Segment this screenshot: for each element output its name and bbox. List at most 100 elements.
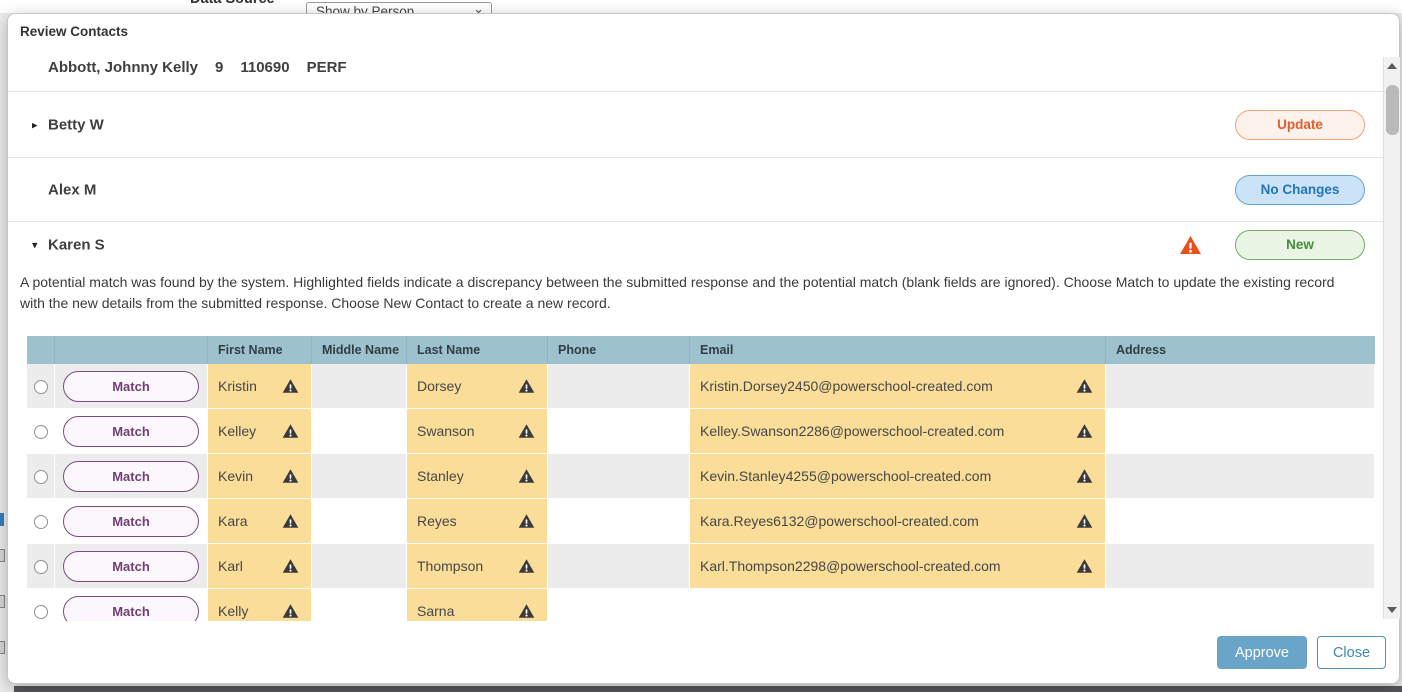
student-school: PERF (307, 59, 347, 76)
chevron-down-icon: ⌄ (473, 1, 484, 13)
phone-cell (548, 499, 690, 544)
middle-name-cell (312, 409, 407, 454)
address-cell (1106, 544, 1375, 589)
data-source-label: Data Source (190, 0, 275, 7)
background-fragment (0, 513, 4, 526)
student-header: Abbott, Johnny Kelly 9 110690 PERF (8, 44, 1383, 92)
match-help-text: A potential match was found by the syste… (20, 272, 1363, 314)
email-value: Kelley.Swanson2286@powerschool-created.c… (700, 423, 1004, 439)
caret-collapsed-icon[interactable]: ▸ (32, 118, 46, 131)
match-table: First Name Middle Name Last Name Phone E… (27, 336, 1375, 621)
email-cell: Kara.Reyes6132@powerschool-created.com (690, 499, 1106, 544)
first-name-cell: Kara (208, 499, 312, 544)
phone-cell (548, 544, 690, 589)
first-name-cell: Kristin (208, 364, 312, 409)
middle-name-cell (312, 589, 407, 621)
background-fragment (0, 641, 5, 654)
warning-icon (282, 424, 299, 439)
warning-icon (282, 559, 299, 574)
match-button[interactable]: Match (63, 371, 199, 402)
first-name-value: Kara (218, 513, 248, 529)
match-table-row: Match Kelley Swanson Kelley.Swanson2286@pow… (27, 409, 1375, 454)
match-table-row: Match Kristin Dorsey Kristin.Dorsey2450@pow… (27, 364, 1375, 409)
caret-expanded-icon[interactable]: ▾ (32, 239, 46, 252)
contact-row: ▸ Betty W Update (8, 92, 1383, 158)
address-cell (1106, 499, 1375, 544)
column-header-last-name: Last Name (407, 336, 548, 364)
show-by-person-select[interactable]: Show by Person ⌄ (306, 2, 492, 13)
column-header-first-name: First Name (208, 336, 312, 364)
select-match-radio[interactable] (34, 380, 48, 394)
match-button[interactable]: Match (63, 506, 199, 537)
phone-cell (548, 364, 690, 409)
last-name-value: Swanson (417, 423, 475, 439)
last-name-value: Reyes (417, 513, 457, 529)
first-name-value: Kristin (218, 378, 257, 394)
review-contacts-dialog: Review Contacts Abbott, Johnny Kelly 9 1… (7, 13, 1400, 684)
warning-icon (518, 469, 535, 484)
warning-icon (518, 379, 535, 394)
address-cell (1106, 364, 1375, 409)
select-match-radio[interactable] (34, 515, 48, 529)
approve-button[interactable]: Approve (1217, 636, 1307, 669)
warning-icon (1076, 469, 1093, 484)
first-name-value: Kelley (218, 423, 256, 439)
scrollbar-thumb[interactable] (1386, 85, 1399, 135)
select-match-radio[interactable] (34, 470, 48, 484)
background-fragment (0, 595, 5, 608)
column-header (27, 336, 55, 364)
warning-icon (518, 424, 535, 439)
match-button[interactable]: Match (63, 596, 199, 622)
contact-name: Alex M (48, 181, 96, 198)
middle-name-cell (312, 454, 407, 499)
warning-icon (518, 514, 535, 529)
background-fragment (14, 686, 1402, 692)
dialog-title: Review Contacts (20, 24, 128, 39)
match-table-body: Match Kristin Dorsey Kristin.Dorsey2450@pow… (27, 364, 1375, 621)
scroll-down-button[interactable] (1384, 603, 1401, 617)
first-name-value: Kevin (218, 468, 253, 484)
last-name-cell: Dorsey (407, 364, 548, 409)
contact-row: Alex M No Changes (8, 158, 1383, 222)
match-button[interactable]: Match (63, 551, 199, 582)
last-name-value: Sarna (417, 603, 454, 619)
last-name-cell: Reyes (407, 499, 548, 544)
email-cell: Kristin.Dorsey2450@powerschool-created.c… (690, 364, 1106, 409)
match-table-header-row: First Name Middle Name Last Name Phone E… (27, 336, 1375, 364)
warning-icon (518, 559, 535, 574)
warning-icon (1179, 235, 1202, 255)
email-cell: Karl.Thompson2298@powerschool-created.co… (690, 544, 1106, 589)
last-name-cell: Stanley (407, 454, 548, 499)
scroll-up-button[interactable] (1384, 59, 1401, 73)
warning-icon (1076, 379, 1093, 394)
column-header-middle-name: Middle Name (312, 336, 407, 364)
email-value: Kristin.Dorsey2450@powerschool-created.c… (700, 378, 993, 394)
first-name-cell: Karl (208, 544, 312, 589)
first-name-cell: Kevin (208, 454, 312, 499)
status-new-button[interactable]: New (1235, 230, 1365, 260)
middle-name-cell (312, 499, 407, 544)
select-match-radio[interactable] (34, 605, 48, 619)
match-button[interactable]: Match (63, 416, 199, 447)
match-button[interactable]: Match (63, 461, 199, 492)
arrow-up-icon (1387, 63, 1397, 69)
phone-cell (548, 409, 690, 454)
email-cell (690, 589, 1106, 621)
warning-icon (282, 514, 299, 529)
status-update-button[interactable]: Update (1235, 110, 1365, 140)
student-name: Abbott, Johnny Kelly (48, 59, 198, 76)
close-button[interactable]: Close (1317, 636, 1386, 669)
contact-name: Karen S (48, 237, 105, 254)
email-cell: Kelley.Swanson2286@powerschool-created.c… (690, 409, 1106, 454)
last-name-value: Dorsey (417, 378, 461, 394)
first-name-value: Kelly (218, 603, 248, 619)
last-name-cell: Swanson (407, 409, 548, 454)
column-header (55, 336, 208, 364)
address-cell (1106, 409, 1375, 454)
select-match-radio[interactable] (34, 425, 48, 439)
status-no-changes-button[interactable]: No Changes (1235, 175, 1365, 205)
address-cell (1106, 454, 1375, 499)
show-by-person-value: Show by Person (316, 4, 414, 13)
select-match-radio[interactable] (34, 560, 48, 574)
scrollbar[interactable] (1383, 57, 1400, 619)
